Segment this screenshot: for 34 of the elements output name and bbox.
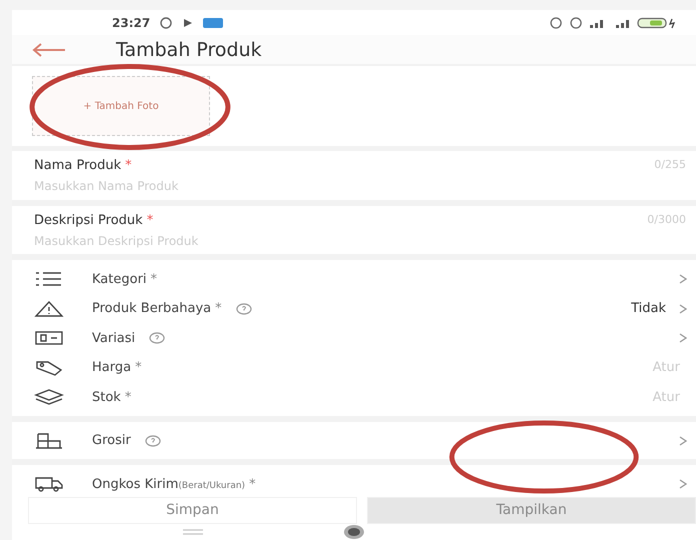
row-label: Stok * xyxy=(92,390,132,405)
menu-icon[interactable] xyxy=(181,527,205,537)
boxes-icon xyxy=(34,432,64,450)
field-label: Deskripsi Produk * xyxy=(34,212,154,228)
chevron-right-icon[interactable] xyxy=(678,273,688,286)
tag-icon xyxy=(34,358,64,377)
row-label: Grosir xyxy=(92,433,131,448)
play-icon xyxy=(182,16,194,29)
row-label: Harga * xyxy=(92,360,142,376)
row-label: Kategori * xyxy=(92,272,158,287)
status-time: 23:27 xyxy=(112,16,150,30)
chevron-right-icon[interactable] xyxy=(678,302,688,315)
row-label: Ongkos Kirim(Berat/Ukuran) * xyxy=(92,476,256,492)
chevron-right-icon[interactable] xyxy=(678,434,688,447)
help-icon[interactable] xyxy=(236,302,252,315)
chevron-right-icon[interactable] xyxy=(678,478,688,490)
notification-icon xyxy=(202,16,224,29)
home-icon[interactable] xyxy=(343,524,365,540)
add-photo-button[interactable]: + Tambah Foto xyxy=(32,76,210,136)
back-arrow-icon[interactable] xyxy=(32,42,66,57)
field-label: Nama Produk * xyxy=(34,158,132,173)
stack-icon xyxy=(34,388,64,406)
row-label: Produk Berbahaya * xyxy=(92,301,222,316)
list-icon xyxy=(34,270,64,288)
help-icon[interactable] xyxy=(144,434,161,447)
variant-icon xyxy=(34,329,64,348)
row-value: Tidak xyxy=(631,301,666,316)
warning-icon xyxy=(34,300,64,318)
page-title: Tambah Produk xyxy=(116,38,262,61)
help-icon[interactable] xyxy=(149,332,166,344)
chat-icon xyxy=(158,16,174,29)
chevron-right-icon[interactable] xyxy=(678,332,688,344)
row-label: Variasi xyxy=(92,330,136,346)
truck-icon xyxy=(34,475,64,494)
